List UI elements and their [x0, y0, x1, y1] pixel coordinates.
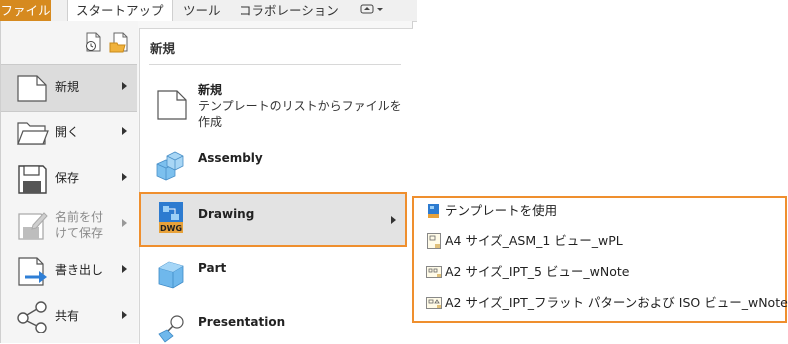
assembly-icon: [156, 151, 184, 181]
chevron-right-icon: [122, 82, 127, 90]
new-item-name: 新規: [198, 83, 223, 97]
save-disk-icon: [18, 165, 47, 194]
new-presentation-item[interactable]: Presentation: [139, 312, 412, 343]
tab-collaboration[interactable]: コラボレーション: [231, 0, 347, 21]
presentation-icon: [158, 315, 184, 343]
submenu-template-a2-ipt-flat-iso-label: A2 サイズ_IPT_フラット パターンおよび ISO ビュー_wNote: [445, 295, 788, 310]
tab-file[interactable]: ファイル: [0, 0, 51, 21]
recent-documents-icon[interactable]: [84, 31, 106, 53]
left-menu-share[interactable]: 共有: [1, 294, 137, 340]
chevron-right-icon: [391, 216, 396, 224]
left-menu-export[interactable]: 書き出し: [1, 248, 137, 294]
left-menu-share-label: 共有: [55, 309, 80, 323]
left-menu-new[interactable]: 新規: [1, 64, 137, 112]
drawing-template-icon: [426, 266, 442, 278]
left-menu-save[interactable]: 保存: [1, 156, 137, 202]
divider: [149, 64, 401, 65]
submenu-use-template-label: テンプレートを使用: [445, 203, 558, 218]
tab-tools[interactable]: ツール: [175, 0, 229, 21]
new-assembly-item[interactable]: Assembly: [139, 150, 412, 186]
ribbon-overflow-button[interactable]: [356, 0, 390, 21]
new-part-item[interactable]: Part: [139, 258, 412, 294]
assembly-item-name: Assembly: [198, 151, 263, 165]
drawing-template-icon: [427, 233, 441, 249]
open-folder-icon: [17, 122, 49, 145]
left-menu-open[interactable]: 開く: [1, 110, 137, 156]
chevron-right-icon: [122, 265, 127, 273]
new-panel: [139, 28, 413, 344]
chevron-right-icon: [122, 219, 127, 227]
left-menu-save-as-label: 名前を付 けて保存: [55, 210, 104, 240]
left-menu-save-as[interactable]: 名前を付 けて保存: [1, 202, 137, 248]
ribbon-dropdown-icon: [360, 4, 383, 14]
left-menu-open-label: 開く: [55, 125, 80, 139]
part-cube-icon: [158, 261, 184, 289]
quick-access-icons: [84, 31, 134, 53]
presentation-item-name: Presentation: [198, 315, 286, 329]
left-menu-save-label: 保存: [55, 171, 80, 185]
drawing-template-icon: [426, 297, 442, 309]
submenu-template-a4-asm-label: A4 サイズ_ASM_1 ビュー_wPL: [445, 233, 623, 248]
export-icon: [18, 257, 47, 286]
template-icon: [428, 204, 439, 218]
tab-startup[interactable]: スタートアップ: [67, 0, 173, 21]
drawing-dwg-icon: DWG: [159, 202, 183, 233]
new-panel-title: 新規: [150, 41, 176, 56]
ribbon-tab-bar: ファイル スタートアップ ツール コラボレーション: [0, 0, 417, 22]
drawing-item-name: Drawing: [198, 207, 255, 221]
submenu-template-a2-ipt-5view-label: A2 サイズ_IPT_5 ビュー_wNote: [445, 264, 630, 279]
new-item-description: テンプレートのリストからファイルを作成: [198, 99, 402, 129]
new-from-template-item[interactable]: 新規 テンプレートのリストからファイルを作成: [139, 82, 412, 130]
part-item-name: Part: [198, 261, 227, 275]
new-document-icon: [157, 90, 187, 120]
save-as-icon: [18, 212, 48, 240]
left-menu-new-label: 新規: [55, 80, 80, 94]
chevron-right-icon: [122, 173, 127, 181]
chevron-right-icon: [122, 127, 127, 135]
new-document-icon: [17, 75, 47, 102]
open-recent-folder-icon[interactable]: [108, 31, 132, 53]
new-drawing-item[interactable]: DWG Drawing: [139, 198, 412, 242]
svg-text:DWG: DWG: [160, 224, 182, 233]
share-icon: [17, 301, 47, 333]
chevron-right-icon: [122, 311, 127, 319]
left-menu-export-label: 書き出し: [55, 263, 104, 277]
